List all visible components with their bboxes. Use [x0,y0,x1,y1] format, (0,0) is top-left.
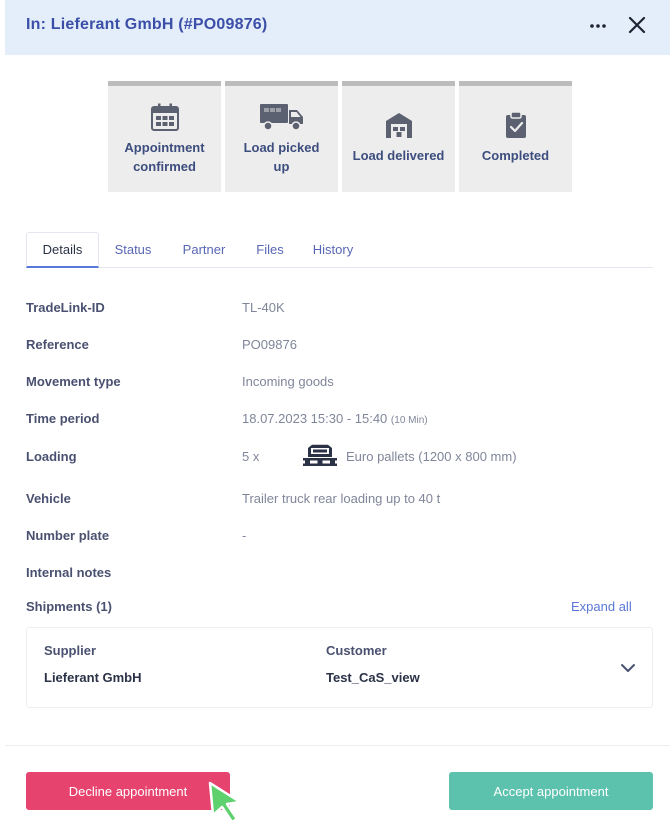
time-period-range: 18.07.2023 15:30 - 15:40 [242,411,388,426]
reference-label: Reference [26,337,89,352]
shipments-title: Shipments (1) [26,599,112,614]
movement-type-value: Incoming goods [242,374,334,389]
loading-quantity: 5 x [242,449,260,464]
time-period-label: Time period [26,411,100,426]
time-period-value: 18.07.2023 15:30 - 15:40 (10 Min) [242,411,428,426]
step-load-picked-up: Load picked up [225,81,338,192]
step-appointment-confirmed: Appointment confirmed [108,81,221,192]
customer-label: Customer [326,643,387,658]
expand-all-link[interactable]: Expand all [571,599,632,614]
supplier-label: Supplier [44,643,97,658]
dialog-header: In: Lieferant GmbH (#PO09876) [5,0,670,55]
vehicle-value: Trailer truck rear loading up to 40 t [242,491,441,506]
decline-appointment-button[interactable]: Decline appointment [26,772,230,810]
tab-status[interactable]: Status [106,232,160,267]
vehicle-label: Vehicle [26,491,71,506]
reference-value: PO09876 [242,337,297,352]
step-label-line: Load picked [243,140,320,155]
internal-notes-label: Internal notes [26,565,112,580]
tab-partner[interactable]: Partner [175,232,233,267]
tab-history[interactable]: History [307,232,359,267]
tradelink-id-value: TL-40K [242,300,285,315]
time-period-duration: (10 Min) [390,415,428,426]
number-plate-value: - [242,528,247,543]
customer-value: Test_CaS_view [326,670,420,685]
step-label-line: confirmed [133,159,196,174]
step-label-line: Appointment [124,140,205,155]
movement-type-label: Movement type [26,374,121,389]
step-load-delivered: Load delivered [342,81,455,192]
step-label-line: Load delivered [352,148,445,163]
close-button[interactable] [625,13,649,37]
chevron-down-icon[interactable] [619,659,637,677]
loading-value: Euro pallets (1200 x 800 mm) [346,449,517,464]
shipment-card[interactable]: Supplier Lieferant GmbH Customer Test_Ca… [26,627,653,708]
step-label-line: up [273,159,290,174]
dialog-title: In: Lieferant GmbH (#PO09876) [26,16,268,33]
euro-pallet-icon [303,444,337,466]
tradelink-id-label: TradeLink-ID [26,300,105,315]
detail-tabs: Details Status Partner Files History [26,232,653,268]
supplier-value: Lieferant GmbH [44,670,142,685]
truck-icon [259,104,303,131]
footer-divider [5,745,670,746]
warehouse-icon [385,113,412,138]
more-options-button[interactable] [586,14,610,38]
tab-details[interactable]: Details [26,232,99,268]
loading-label: Loading [26,449,77,464]
mouse-cursor-icon [208,781,242,824]
calendar-icon [150,103,179,131]
step-completed: Completed [459,81,572,192]
number-plate-label: Number plate [26,528,110,543]
clipboard-check-icon [505,111,526,138]
accept-appointment-button[interactable]: Accept appointment [449,772,653,810]
step-label-line: Completed [481,148,550,163]
more-horizontal-icon [590,24,606,28]
tab-files[interactable]: Files [252,232,288,267]
close-icon [628,16,646,34]
